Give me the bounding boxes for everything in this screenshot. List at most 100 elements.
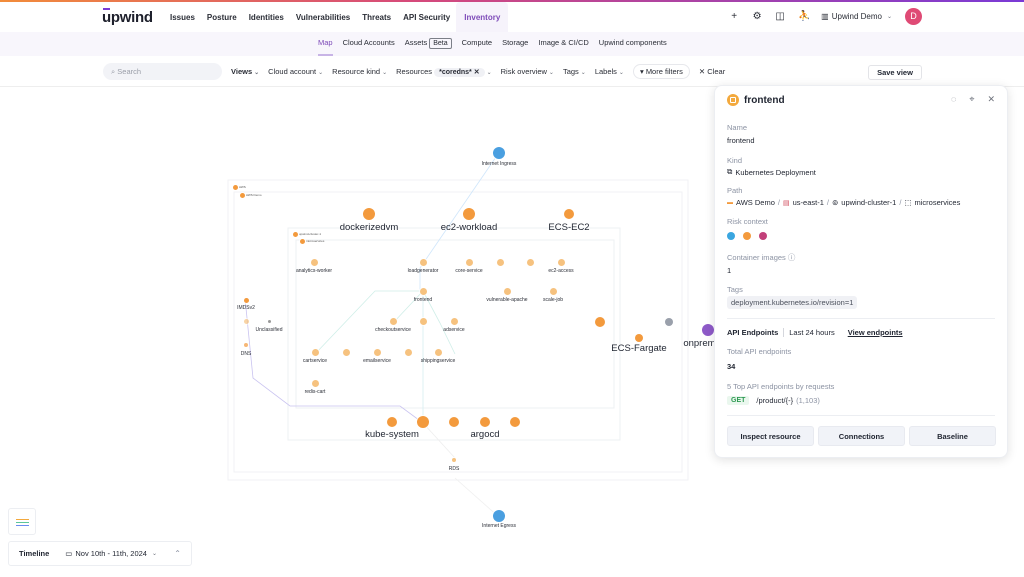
- vulnerable-apache-node[interactable]: [503, 287, 511, 295]
- cluster-node[interactable]: [292, 231, 298, 237]
- adservice-node[interactable]: [450, 317, 458, 325]
- ecs-ec2-node[interactable]: [564, 209, 574, 219]
- hide-icon[interactable]: ◌: [951, 94, 956, 105]
- plus-icon[interactable]: +: [729, 11, 739, 22]
- top-endpoint-row[interactable]: GET /product/{-} (1,103): [727, 396, 820, 405]
- path-namespace[interactable]: microservices: [915, 198, 961, 207]
- emailservice-node[interactable]: [373, 348, 381, 356]
- argocd-label: argocd: [470, 429, 500, 440]
- redis-cart-node[interactable]: [311, 379, 319, 387]
- info-icon[interactable]: ⓘ: [788, 253, 796, 262]
- onprem-node[interactable]: [702, 324, 714, 336]
- org-selector[interactable]: ▥ Upwind Demo ⌄: [821, 12, 892, 21]
- legend-button[interactable]: [8, 508, 36, 535]
- misc-node[interactable]: [243, 318, 249, 324]
- clear-filters-button[interactable]: ✕ Clear: [699, 67, 725, 76]
- frontend-node[interactable]: [419, 287, 427, 295]
- aws-demo-node[interactable]: [239, 192, 245, 198]
- tab-image-cicd[interactable]: Image & CI/CD: [533, 32, 593, 56]
- ec2-access-node[interactable]: [557, 258, 565, 266]
- upwind-logo[interactable]: upwind: [102, 8, 153, 26]
- gear-icon[interactable]: ⚙: [752, 11, 762, 22]
- ecs-fargate-parent-node[interactable]: [595, 317, 605, 327]
- vulnerability-icon[interactable]: [743, 232, 751, 240]
- workload-node[interactable]: [526, 258, 534, 266]
- tab-storage[interactable]: Storage: [497, 32, 533, 56]
- kube-system-node[interactable]: [387, 417, 397, 427]
- kube-node[interactable]: [449, 417, 459, 427]
- analytics-worker-node[interactable]: [310, 258, 318, 266]
- path-account[interactable]: AWS Demo: [736, 198, 775, 207]
- risk-overview-filter[interactable]: Risk overview ⌄: [501, 67, 554, 76]
- rds-node[interactable]: [452, 458, 456, 462]
- more-filters-button[interactable]: ▾ More filters: [632, 64, 690, 79]
- path-region[interactable]: us-east-1: [793, 198, 824, 207]
- unclassified-node[interactable]: [267, 319, 271, 323]
- search-input[interactable]: ⌕ Search: [103, 63, 222, 80]
- workload-node[interactable]: [342, 348, 350, 356]
- tab-upwind-components[interactable]: Upwind components: [594, 32, 672, 56]
- nav-api-security[interactable]: API Security: [397, 2, 456, 32]
- save-view-button[interactable]: Save view: [868, 65, 922, 80]
- tab-cloud-accounts[interactable]: Cloud Accounts: [338, 32, 400, 56]
- inspect-resource-button[interactable]: Inspect resource: [727, 426, 814, 446]
- core-service-node[interactable]: [465, 258, 473, 266]
- cartservice-label: cartservice: [302, 358, 328, 364]
- labels-filter[interactable]: Labels ⌄: [595, 67, 624, 76]
- connections-button[interactable]: Connections: [818, 426, 905, 446]
- loadgenerator-node[interactable]: [419, 258, 427, 266]
- workload-node[interactable]: [404, 348, 412, 356]
- dns-node[interactable]: [244, 343, 248, 347]
- scale-job-node[interactable]: [549, 287, 557, 295]
- checkoutservice-node[interactable]: [389, 317, 397, 325]
- internet-exposure-icon[interactable]: [727, 232, 735, 240]
- nav-posture[interactable]: Posture: [201, 2, 243, 32]
- threat-icon[interactable]: [759, 232, 767, 240]
- views-dropdown[interactable]: Views ⌄: [231, 67, 259, 76]
- resources-filter[interactable]: Resources *coredns* ✕ ⌄: [396, 67, 492, 77]
- path-cluster[interactable]: upwind-cluster-1: [841, 198, 896, 207]
- coredns-node[interactable]: [417, 416, 429, 428]
- chevron-down-icon: ⌄: [486, 70, 492, 76]
- resource-kind-filter[interactable]: Resource kind ⌄: [332, 67, 387, 76]
- close-icon[interactable]: ✕: [987, 94, 995, 105]
- nav-threats[interactable]: Threats: [356, 2, 397, 32]
- kube-node[interactable]: [510, 417, 520, 427]
- tab-map[interactable]: Map: [313, 32, 338, 56]
- emailservice-label: emailservice: [363, 358, 391, 364]
- view-endpoints-link[interactable]: View endpoints: [848, 328, 903, 337]
- user-avatar[interactable]: D: [905, 8, 922, 25]
- aws-node[interactable]: [232, 184, 238, 190]
- dockerizedvm-node[interactable]: [363, 208, 375, 220]
- tab-compute[interactable]: Compute: [457, 32, 497, 56]
- runner-icon[interactable]: ⛹: [798, 11, 810, 22]
- ec2-workload-node[interactable]: [463, 208, 475, 220]
- ecs-fargate-node[interactable]: [635, 334, 643, 342]
- tab-assets[interactable]: Assets Beta: [400, 32, 457, 56]
- nav-identities[interactable]: Identities: [243, 2, 290, 32]
- remove-chip-icon[interactable]: ✕: [474, 69, 480, 76]
- expand-timeline-icon[interactable]: ⌃: [174, 549, 181, 558]
- argocd-node[interactable]: [480, 417, 490, 427]
- timeline-range: Nov 10th - 11th, 2024: [75, 549, 147, 558]
- focus-target-icon[interactable]: ⌖: [969, 94, 974, 105]
- nav-vulnerabilities[interactable]: Vulnerabilities: [290, 2, 356, 32]
- panel-buttons: Inspect resource Connections Baseline: [727, 426, 996, 446]
- unknown-node[interactable]: [665, 318, 673, 326]
- internet-egress-globe-icon[interactable]: [493, 510, 505, 522]
- book-icon[interactable]: ◫: [775, 11, 785, 22]
- workload-node[interactable]: [496, 258, 504, 266]
- shippingservice-node[interactable]: [434, 348, 442, 356]
- workload-node[interactable]: [419, 317, 427, 325]
- timeline-range-picker[interactable]: ▭ Nov 10th - 11th, 2024 ⌄: [65, 549, 157, 558]
- nav-inventory[interactable]: Inventory: [456, 2, 509, 32]
- tags-filter[interactable]: Tags ⌄: [563, 67, 586, 76]
- cloud-account-filter[interactable]: Cloud account ⌄: [268, 67, 323, 76]
- cartservice-node[interactable]: [311, 348, 319, 356]
- internet-ingress-globe-icon[interactable]: [493, 147, 505, 159]
- imdsv2-node[interactable]: [243, 297, 249, 303]
- nav-issues[interactable]: Issues: [164, 2, 201, 32]
- baseline-button[interactable]: Baseline: [909, 426, 996, 446]
- namespace-node[interactable]: [299, 238, 305, 244]
- tag-chip[interactable]: deployment.kubernetes.io/revision=1: [727, 296, 858, 309]
